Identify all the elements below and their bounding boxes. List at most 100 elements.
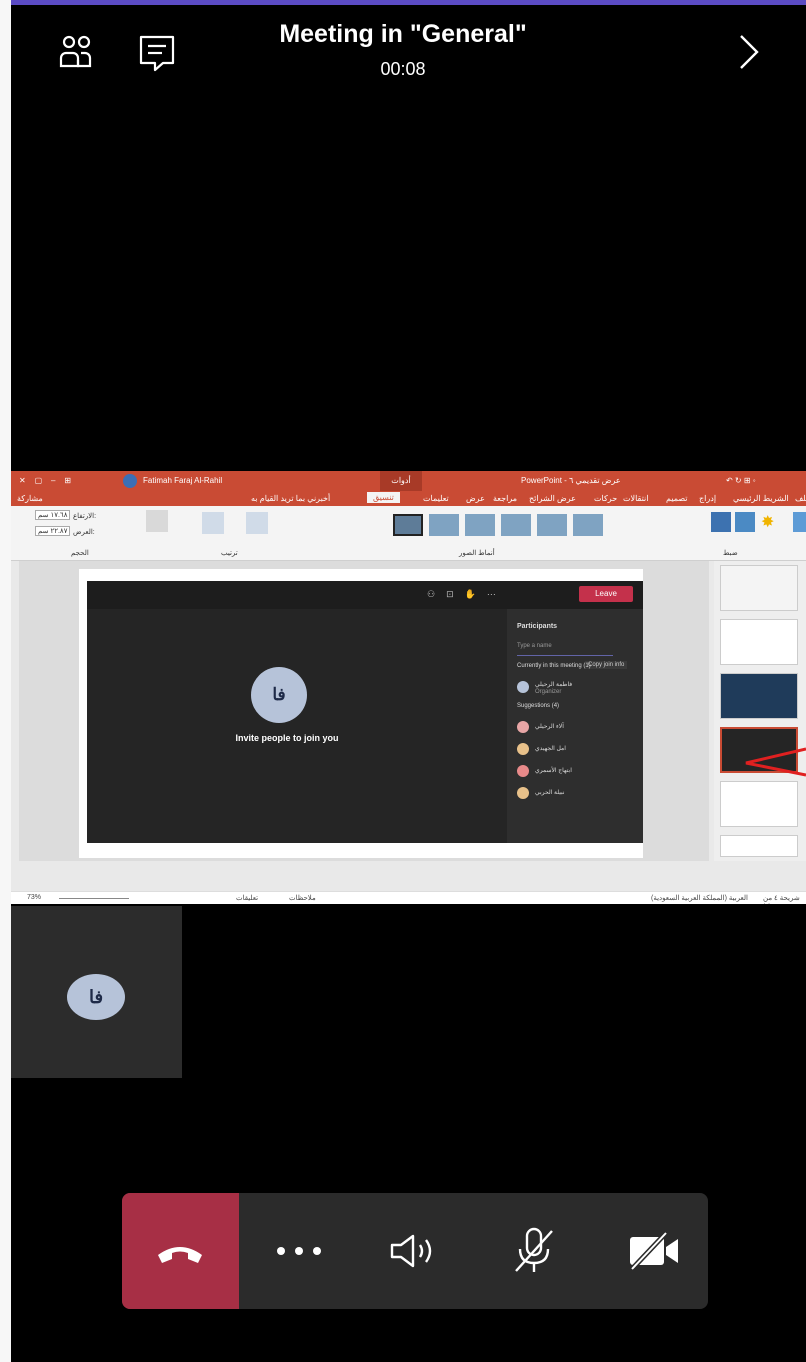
organizer-name[interactable]: فاطمة الرحيلي bbox=[535, 681, 572, 688]
artistic-icon[interactable] bbox=[711, 512, 731, 532]
speaker-button[interactable] bbox=[374, 1193, 454, 1309]
width-input[interactable]: ٢٢.٨٧ سم bbox=[35, 526, 71, 536]
participants-panel: Participants Type a name Copy join info … bbox=[507, 609, 643, 843]
context-tab: أدوات الصورة bbox=[380, 471, 422, 505]
self-avatar: فا bbox=[67, 974, 125, 1020]
slide-editor: ⚇⊡✋⋯ Leave Participants Type a name Copy… bbox=[19, 561, 709, 861]
tab-slideshow[interactable]: عرض الشرائح bbox=[529, 494, 576, 503]
tab-review[interactable]: مراجعة bbox=[493, 494, 517, 503]
video-off-icon bbox=[630, 1231, 678, 1271]
color-icon[interactable] bbox=[735, 512, 755, 532]
slide-thumbnail[interactable] bbox=[720, 619, 798, 665]
hang-up-button[interactable] bbox=[122, 1193, 239, 1309]
ppt-tabs: مشاركة أخبرني بما تريد القيام به تنسيق ت… bbox=[11, 491, 806, 506]
tell-me-box[interactable]: أخبرني بما تريد القيام به bbox=[251, 494, 330, 503]
suggestion-item[interactable]: نبيلة الحربي bbox=[535, 789, 565, 796]
tab-design[interactable]: تصميم bbox=[666, 494, 688, 503]
suggestions-heading: Suggestions (4) bbox=[517, 703, 560, 709]
ppt-title-bar: ✕ ▢ – ⊞ Fatimah Faraj Al-Rahil أدوات الص… bbox=[11, 471, 806, 505]
align-icon[interactable] bbox=[146, 510, 168, 532]
speaker-icon bbox=[390, 1234, 432, 1268]
organizer-avatar bbox=[517, 681, 529, 693]
arrange-group bbox=[146, 510, 296, 544]
self-video-tile[interactable]: فا bbox=[11, 906, 182, 1078]
quick-access-icons: ↶ ↻ ⊞ ◦ bbox=[726, 476, 756, 485]
window-user: Fatimah Faraj Al-Rahil bbox=[143, 476, 223, 485]
more-button[interactable] bbox=[259, 1193, 339, 1309]
meeting-timer: 00:08 bbox=[380, 59, 426, 79]
invite-text: Invite people to join you bbox=[235, 733, 339, 743]
leave-button[interactable]: Leave bbox=[579, 586, 633, 602]
annotation-arrow-icon bbox=[745, 747, 806, 777]
width-label: العرض: bbox=[73, 529, 95, 536]
language-status: العربية (المملكة العربية السعودية) bbox=[651, 895, 748, 902]
group-adjust-label: ضبط bbox=[723, 550, 738, 557]
participant-search[interactable]: Type a name bbox=[517, 643, 613, 656]
suggestion-avatar bbox=[517, 743, 529, 755]
tab-animations[interactable]: حركات bbox=[594, 494, 617, 503]
copy-join-tooltip: Copy join info bbox=[585, 661, 628, 669]
slide-thumbnail[interactable] bbox=[720, 673, 798, 719]
share-button[interactable]: مشاركة bbox=[17, 494, 43, 503]
bring-forward-icon[interactable] bbox=[202, 512, 224, 534]
app-title: PowerPoint - عرض تقديمي ٦ bbox=[521, 476, 621, 485]
tab-insert[interactable]: إدراج bbox=[699, 494, 716, 503]
comments-button[interactable]: تعليقات bbox=[236, 894, 258, 902]
notes-button[interactable]: ملاحظات bbox=[289, 894, 316, 902]
inner-teams-window: ⚇⊡✋⋯ Leave Participants Type a name Copy… bbox=[87, 581, 643, 843]
video-button[interactable] bbox=[614, 1193, 694, 1309]
slide-thumbnail[interactable] bbox=[720, 565, 798, 611]
user-avatar bbox=[123, 474, 137, 488]
suggestion-item[interactable]: آلاء الرحيلي bbox=[535, 723, 564, 730]
meeting-title: Meeting in "General" bbox=[279, 20, 527, 48]
height-input[interactable]: ١٧.٦٨ سم bbox=[35, 510, 71, 520]
mic-button[interactable] bbox=[494, 1193, 574, 1309]
slide-status: شريحة ٤ من ١٤ bbox=[763, 895, 800, 904]
inner-toolbar: ⚇⊡✋⋯ Leave bbox=[87, 581, 643, 609]
ppt-ribbon: الارتفاع: ١٧.٦٨ سم العرض: ٢٢.٨٧ سم الحجم… bbox=[11, 506, 806, 561]
height-label: الارتفاع: bbox=[73, 513, 97, 520]
tab-home[interactable]: الشريط الرئيسي bbox=[733, 494, 789, 503]
tab-help[interactable]: تعليمات bbox=[423, 494, 449, 503]
mic-off-icon bbox=[515, 1227, 553, 1272]
style-thumb-icon[interactable] bbox=[537, 514, 567, 536]
window-controls: ✕ ▢ – ⊞ bbox=[19, 476, 72, 485]
style-thumb-icon[interactable] bbox=[573, 514, 603, 536]
zoom-slider[interactable] bbox=[59, 898, 129, 899]
hang-up-icon bbox=[158, 1247, 202, 1263]
suggestion-item[interactable]: امل الجهيدي bbox=[535, 745, 566, 752]
organizer-role: Organizer bbox=[535, 689, 562, 695]
adjust-group: ✸ bbox=[711, 512, 806, 542]
suggestion-avatar bbox=[517, 787, 529, 799]
picture-styles-gallery[interactable] bbox=[393, 514, 621, 540]
current-heading: Currently in this meeting (1) bbox=[517, 663, 591, 669]
participants-title: Participants bbox=[517, 623, 558, 630]
corrections-icon[interactable]: ✸ bbox=[761, 512, 781, 532]
style-thumb-icon[interactable] bbox=[393, 514, 423, 536]
zoom-level[interactable]: 73% bbox=[27, 894, 41, 901]
style-thumb-icon[interactable] bbox=[465, 514, 495, 536]
tab-view[interactable]: عرض bbox=[466, 494, 485, 503]
suggestion-avatar bbox=[517, 765, 529, 777]
group-styles-label: أنماط الصور bbox=[459, 550, 495, 557]
suggestion-item[interactable]: ابتهاج الأسمري bbox=[535, 767, 572, 774]
tab-format[interactable]: تنسيق bbox=[367, 492, 400, 503]
call-controls bbox=[122, 1193, 708, 1309]
tab-transitions[interactable]: انتقالات bbox=[623, 494, 648, 503]
more-icon bbox=[277, 1247, 321, 1255]
slide-thumbnail[interactable] bbox=[720, 835, 798, 857]
shared-screen: ✕ ▢ – ⊞ Fatimah Faraj Al-Rahil أدوات الص… bbox=[11, 471, 806, 904]
slide-thumbnail[interactable] bbox=[720, 781, 798, 827]
left-border bbox=[0, 0, 11, 1362]
send-backward-icon[interactable] bbox=[246, 512, 268, 534]
inner-avatar: فا bbox=[251, 667, 307, 723]
top-accent-bar bbox=[0, 0, 806, 5]
style-thumb-icon[interactable] bbox=[429, 514, 459, 536]
chevron-right-icon[interactable] bbox=[727, 30, 771, 74]
group-arrange-label: ترتيب bbox=[221, 550, 238, 557]
slide-thumbnails bbox=[714, 561, 806, 861]
suggestion-avatar bbox=[517, 721, 529, 733]
tab-file[interactable]: ملف bbox=[795, 494, 806, 503]
style-thumb-icon[interactable] bbox=[501, 514, 531, 536]
remove-bg-icon[interactable] bbox=[793, 512, 806, 532]
